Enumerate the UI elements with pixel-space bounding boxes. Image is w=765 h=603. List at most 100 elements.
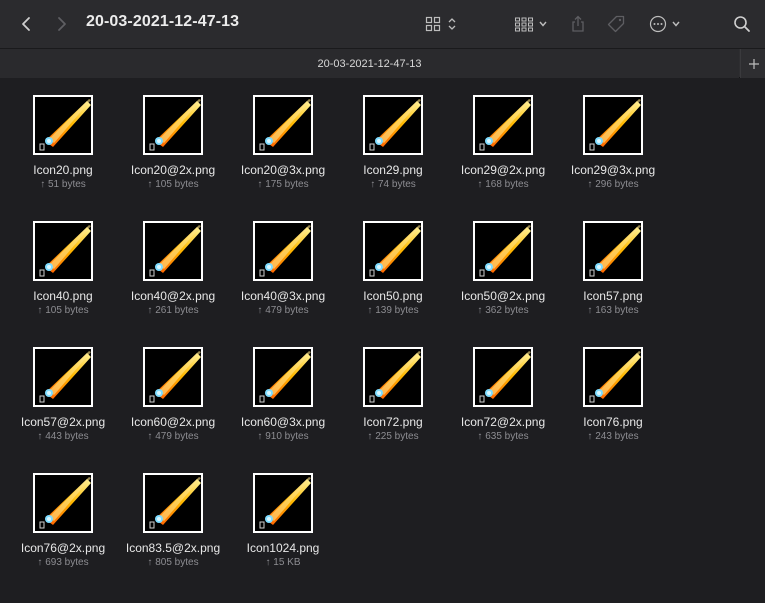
- app-icon-thumbnail: [255, 97, 311, 153]
- file-thumbnail[interactable]: [143, 95, 203, 155]
- thumbnail-image: [255, 475, 311, 531]
- file-item[interactable]: Icon76.png ↑ 243 bytes: [558, 331, 668, 449]
- chevron-down-icon: [672, 21, 680, 27]
- file-size: ↑ 479 bytes: [147, 431, 199, 442]
- file-size: ↑ 296 bytes: [587, 179, 639, 190]
- thumbnail-image: [585, 349, 641, 405]
- chevron-updown-icon: [448, 18, 456, 30]
- file-thumbnail[interactable]: [473, 221, 533, 281]
- file-item[interactable]: Icon29@3x.png ↑ 296 bytes: [558, 79, 668, 197]
- file-thumbnail[interactable]: [33, 473, 93, 533]
- file-thumbnail[interactable]: [583, 95, 643, 155]
- file-thumbnail[interactable]: [583, 347, 643, 407]
- tag-icon: [607, 15, 625, 33]
- file-size: ↑ 175 bytes: [257, 179, 309, 190]
- file-name: Icon40@2x.png: [130, 289, 216, 303]
- file-name: Icon20@2x.png: [130, 163, 216, 177]
- file-item[interactable]: Icon20@3x.png ↑ 175 bytes: [228, 79, 338, 197]
- file-size: ↑ 243 bytes: [587, 431, 639, 442]
- view-mode-button[interactable]: [420, 12, 462, 36]
- file-thumbnail[interactable]: [33, 95, 93, 155]
- file-item[interactable]: Icon57@2x.png ↑ 443 bytes: [8, 331, 118, 449]
- file-name: Icon29@2x.png: [460, 163, 546, 177]
- file-item[interactable]: Icon72@2x.png ↑ 635 bytes: [448, 331, 558, 449]
- search-icon: [734, 16, 750, 32]
- file-thumbnail[interactable]: [253, 347, 313, 407]
- back-button[interactable]: [14, 12, 38, 36]
- file-item[interactable]: Icon72.png ↑ 225 bytes: [338, 331, 448, 449]
- file-size: ↑ 693 bytes: [37, 557, 89, 568]
- file-item[interactable]: Icon76@2x.png ↑ 693 bytes: [8, 457, 118, 575]
- file-thumbnail[interactable]: [33, 347, 93, 407]
- file-size: ↑ 74 bytes: [370, 179, 416, 190]
- thumbnail-image: [585, 97, 641, 153]
- file-size: ↑ 443 bytes: [37, 431, 89, 442]
- thumbnail-image: [35, 475, 91, 531]
- file-item[interactable]: Icon60@3x.png ↑ 910 bytes: [228, 331, 338, 449]
- file-size: ↑ 910 bytes: [257, 431, 309, 442]
- file-name: Icon57.png: [583, 289, 643, 303]
- app-icon-thumbnail: [145, 349, 201, 405]
- forward-button[interactable]: [50, 12, 74, 36]
- thumbnail-image: [365, 349, 421, 405]
- file-thumbnail[interactable]: [473, 347, 533, 407]
- file-item[interactable]: Icon83.5@2x.png ↑ 805 bytes: [118, 457, 228, 575]
- file-item[interactable]: Icon1024.png ↑ 15 KB: [228, 457, 338, 575]
- chevron-left-icon: [22, 17, 30, 31]
- file-item[interactable]: Icon50.png ↑ 139 bytes: [338, 205, 448, 323]
- tab-bar: 20-03-2021-12-47-13: [0, 48, 765, 78]
- file-item[interactable]: Icon57.png ↑ 163 bytes: [558, 205, 668, 323]
- app-icon-thumbnail: [585, 349, 641, 405]
- app-icon-thumbnail: [475, 97, 531, 153]
- file-thumbnail[interactable]: [363, 95, 423, 155]
- more-icon: [649, 15, 667, 33]
- file-item[interactable]: Icon40@3x.png ↑ 479 bytes: [228, 205, 338, 323]
- share-button[interactable]: [566, 12, 590, 36]
- search-button[interactable]: [730, 12, 754, 36]
- file-name: Icon20@3x.png: [240, 163, 326, 177]
- file-thumbnail[interactable]: [363, 347, 423, 407]
- file-size: ↑ 479 bytes: [257, 305, 309, 316]
- file-thumbnail[interactable]: [363, 221, 423, 281]
- file-item[interactable]: Icon40.png ↑ 105 bytes: [8, 205, 118, 323]
- file-thumbnail[interactable]: [143, 473, 203, 533]
- thumbnail-image: [365, 97, 421, 153]
- thumbnail-image: [145, 475, 201, 531]
- file-thumbnail[interactable]: [473, 95, 533, 155]
- group-icon: [515, 17, 533, 32]
- file-item[interactable]: Icon20@2x.png ↑ 105 bytes: [118, 79, 228, 197]
- file-name: Icon60@3x.png: [240, 415, 326, 429]
- tab-current-folder[interactable]: 20-03-2021-12-47-13: [0, 49, 739, 78]
- more-actions-button[interactable]: [644, 12, 686, 36]
- file-thumbnail[interactable]: [143, 347, 203, 407]
- thumbnail-image: [585, 223, 641, 279]
- file-size: ↑ 105 bytes: [147, 179, 199, 190]
- file-thumbnail[interactable]: [143, 221, 203, 281]
- file-name: Icon72.png: [363, 415, 423, 429]
- file-thumbnail[interactable]: [253, 221, 313, 281]
- file-size: ↑ 261 bytes: [147, 305, 199, 316]
- file-name: Icon83.5@2x.png: [125, 541, 221, 555]
- file-thumbnail[interactable]: [253, 95, 313, 155]
- app-icon-thumbnail: [365, 97, 421, 153]
- file-size: ↑ 168 bytes: [477, 179, 529, 190]
- thumbnail-image: [145, 97, 201, 153]
- file-grid: Icon20.png ↑ 51 bytes Icon20@2x.png ↑ 105 …: [0, 79, 765, 603]
- file-name: Icon50.png: [363, 289, 423, 303]
- tag-button[interactable]: [604, 12, 628, 36]
- file-item[interactable]: Icon60@2x.png ↑ 479 bytes: [118, 331, 228, 449]
- file-item[interactable]: Icon40@2x.png ↑ 261 bytes: [118, 205, 228, 323]
- file-item[interactable]: Icon50@2x.png ↑ 362 bytes: [448, 205, 558, 323]
- file-thumbnail[interactable]: [253, 473, 313, 533]
- file-thumbnail[interactable]: [33, 221, 93, 281]
- file-size: ↑ 362 bytes: [477, 305, 529, 316]
- file-item[interactable]: Icon29@2x.png ↑ 168 bytes: [448, 79, 558, 197]
- file-item[interactable]: Icon29.png ↑ 74 bytes: [338, 79, 448, 197]
- file-item[interactable]: Icon20.png ↑ 51 bytes: [8, 79, 118, 197]
- thumbnail-image: [145, 349, 201, 405]
- chevron-down-icon: [539, 21, 547, 27]
- group-button[interactable]: [510, 12, 552, 36]
- file-thumbnail[interactable]: [583, 221, 643, 281]
- app-icon-thumbnail: [255, 349, 311, 405]
- new-tab-button[interactable]: [740, 49, 765, 78]
